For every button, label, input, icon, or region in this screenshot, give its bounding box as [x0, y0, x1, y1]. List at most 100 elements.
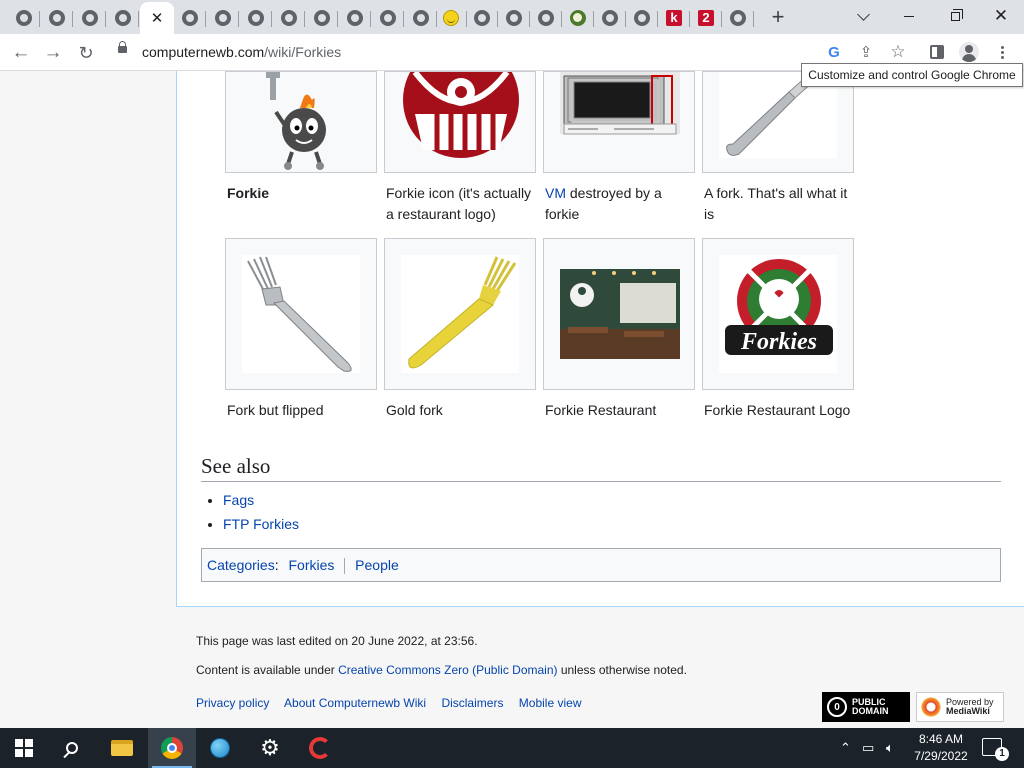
- restore-button[interactable]: [932, 3, 978, 29]
- browser-tab[interactable]: [207, 4, 239, 32]
- see-also-link-fags[interactable]: Fags: [223, 492, 254, 508]
- forward-button[interactable]: →: [39, 39, 67, 67]
- minimize-button[interactable]: [886, 3, 932, 29]
- chrome-menu-button[interactable]: [990, 40, 1014, 64]
- google-translate-button[interactable]: G: [822, 40, 846, 64]
- browser-tab[interactable]: [530, 4, 562, 32]
- gallery-thumbnail[interactable]: [543, 71, 695, 173]
- close-icon[interactable]: ✕: [151, 9, 164, 27]
- taskbar-clock[interactable]: 8:46 AM 7/29/2022: [910, 731, 972, 765]
- browser-tab[interactable]: [74, 4, 106, 32]
- chevron-down-icon: [856, 7, 870, 21]
- tab-search-button[interactable]: [840, 3, 886, 29]
- browser-tab[interactable]: [306, 4, 338, 32]
- speaker-icon: 🔈︎: [886, 740, 894, 755]
- vm-destroyed-image: [560, 72, 680, 135]
- wiki-content: Forkie Forkie icon (it's actually a rest…: [176, 71, 1024, 607]
- volume-button[interactable]: 🔈︎: [886, 728, 894, 768]
- browser-tab[interactable]: [107, 4, 139, 32]
- gallery-thumbnail[interactable]: [384, 71, 536, 173]
- gallery-item: Forkies Forkie Restaurant Logo: [702, 238, 854, 421]
- search-button[interactable]: [48, 728, 96, 768]
- browser-tab[interactable]: [562, 4, 594, 32]
- network-button[interactable]: ▭: [862, 728, 874, 768]
- letter-k-icon: k: [666, 10, 682, 26]
- kebab-menu-icon: [1000, 45, 1004, 59]
- categories-link[interactable]: Categories: [207, 557, 275, 573]
- globe-icon: [538, 10, 554, 26]
- gallery-thumbnail[interactable]: [225, 238, 377, 390]
- chrome-taskbar-button[interactable]: [148, 728, 196, 768]
- file-explorer-button[interactable]: [98, 728, 146, 768]
- browser-tab[interactable]: [372, 4, 404, 32]
- footer-links: Privacy policy About Computernewb Wiki D…: [196, 696, 594, 710]
- forkie-restaurant-logo-image: Forkies: [725, 259, 833, 355]
- clock-time: 8:46 AM: [918, 732, 964, 746]
- public-domain-icon: 0: [827, 697, 847, 717]
- ccleaner-taskbar-button[interactable]: [296, 728, 344, 768]
- url-path: /wiki/Forkies: [264, 44, 342, 60]
- browser-tab[interactable]: [41, 4, 73, 32]
- side-panel-icon: [930, 45, 944, 59]
- browser-tab[interactable]: [339, 4, 371, 32]
- footer-link-about[interactable]: About Computernewb Wiki: [284, 696, 426, 710]
- reload-button[interactable]: ↻: [72, 39, 100, 67]
- see-also-link-ftp-forkies[interactable]: FTP Forkies: [223, 516, 299, 532]
- gallery-thumbnail[interactable]: [384, 238, 536, 390]
- vm-link[interactable]: VM: [545, 185, 566, 201]
- globe-icon: [347, 10, 363, 26]
- share-button[interactable]: ⇪: [854, 40, 878, 64]
- browser-tab[interactable]: k: [658, 4, 690, 32]
- gallery-caption: VM destroyed by a forkie: [543, 183, 695, 225]
- bookmark-button[interactable]: ☆: [886, 40, 910, 64]
- categories-colon: :: [274, 557, 279, 573]
- start-button[interactable]: [0, 728, 48, 768]
- category-link-people[interactable]: People: [355, 557, 399, 573]
- globe-icon: [634, 10, 650, 26]
- gallery-thumbnail[interactable]: [225, 71, 377, 173]
- browser-tab[interactable]: [594, 4, 626, 32]
- gallery-thumbnail[interactable]: [543, 238, 695, 390]
- gallery-item: Forkie Restaurant: [543, 238, 695, 421]
- browser-tab[interactable]: [174, 4, 206, 32]
- browser-tab[interactable]: [273, 4, 305, 32]
- new-tab-button[interactable]: +: [766, 6, 790, 30]
- footer-link-mobile-view[interactable]: Mobile view: [519, 696, 582, 710]
- side-panel-button[interactable]: [925, 40, 949, 64]
- browser-tab[interactable]: 2: [690, 4, 722, 32]
- browser-tab[interactable]: [435, 4, 467, 32]
- globe-icon: [413, 10, 429, 26]
- license-link[interactable]: Creative Commons Zero (Public Domain): [338, 663, 557, 677]
- license-prefix: Content is available under: [196, 663, 339, 677]
- globe-icon: [248, 10, 264, 26]
- gallery-thumbnail[interactable]: Forkies: [702, 238, 854, 390]
- public-domain-badge[interactable]: 0 PUBLIC DOMAIN: [822, 692, 910, 722]
- footer-link-privacy[interactable]: Privacy policy: [196, 696, 269, 710]
- windows-taskbar: ⚙ ⌃ ▭ 🔈︎ 8:46 AM 7/29/2022 1: [0, 728, 1024, 768]
- back-button[interactable]: ←: [7, 39, 35, 67]
- gallery-caption: Fork but flipped: [227, 402, 324, 418]
- powered-by-mediawiki-badge[interactable]: Powered by MediaWiki: [916, 692, 1004, 722]
- show-hidden-icons-button[interactable]: ⌃: [840, 728, 851, 768]
- browser-tab[interactable]: [626, 4, 658, 32]
- chevron-up-icon: ⌃: [840, 740, 851, 755]
- google-icon: G: [828, 43, 840, 61]
- browser-tab-active[interactable]: ✕: [140, 2, 174, 34]
- browser-tab[interactable]: [405, 4, 437, 32]
- browser-tab[interactable]: [240, 4, 272, 32]
- browser-tab[interactable]: [8, 4, 40, 32]
- profile-button[interactable]: [957, 40, 981, 64]
- browser-tab[interactable]: [498, 4, 530, 32]
- settings-taskbar-button[interactable]: ⚙: [246, 728, 294, 768]
- browser-tab[interactable]: [466, 4, 498, 32]
- footer-link-disclaimers[interactable]: Disclaimers: [441, 696, 503, 710]
- gallery-caption: Forkie Restaurant Logo: [704, 402, 851, 418]
- category-link-forkies[interactable]: Forkies: [288, 557, 334, 573]
- close-window-button[interactable]: ✕: [978, 3, 1024, 29]
- windows-logo-icon: [15, 739, 33, 757]
- globe-icon: [210, 738, 230, 758]
- browser-tab[interactable]: [722, 4, 754, 32]
- lock-icon[interactable]: [118, 41, 127, 53]
- url-text[interactable]: computernewb.com/wiki/Forkies: [142, 44, 341, 60]
- browser-taskbar-button[interactable]: [196, 728, 244, 768]
